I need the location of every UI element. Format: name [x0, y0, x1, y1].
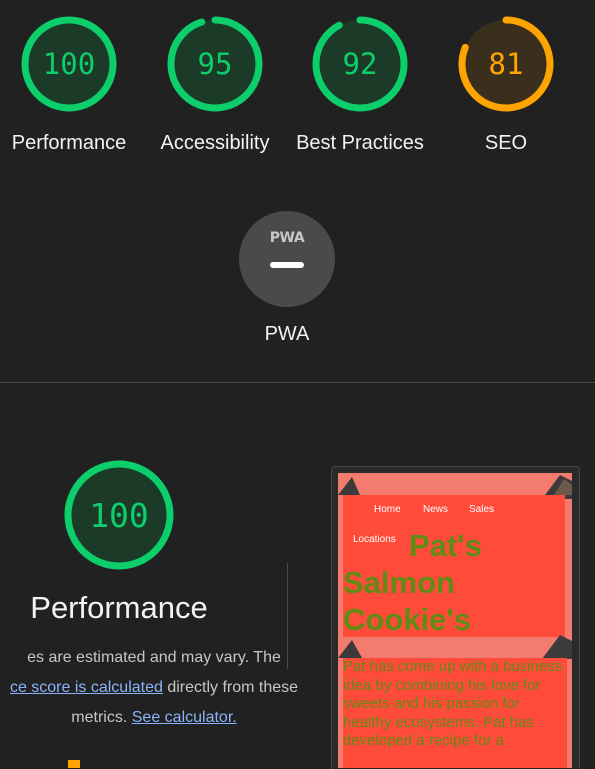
desc-line2: directly from these [162, 679, 299, 696]
performance-description: es are estimated and may vary. The ce sc… [0, 643, 328, 733]
site-intro-text: Pat has come up with a business idea by … [343, 658, 567, 768]
desc-line1: es are estimated and may vary. The [27, 649, 281, 666]
gauge-label: Performance [11, 132, 127, 154]
performance-score: 100 [89, 495, 149, 535]
performance-title: Performance [30, 590, 208, 625]
gauge-score: 95 [197, 47, 233, 81]
see-calculator-link[interactable]: See calculator. [132, 709, 237, 726]
score-calculated-link[interactable]: ce score is calculated [10, 679, 163, 696]
gauge-label: Accessibility [160, 132, 270, 154]
section-divider [0, 382, 595, 383]
gauge-accessibility[interactable]: 95 Accessibility [161, 16, 269, 154]
gauge-label: Best Practices [296, 132, 424, 154]
gauge-score: 92 [342, 47, 378, 81]
pwa-label: PWA [264, 323, 310, 345]
nav-link-sales[interactable]: Sales [469, 504, 494, 515]
gauge-seo[interactable]: 81 SEO [456, 16, 556, 154]
nav-link-news[interactable]: News [423, 504, 448, 515]
legend-average-marker [68, 760, 80, 768]
fish-fin-decoration [338, 477, 360, 495]
fish-fin-decoration [338, 640, 362, 658]
desc-line3: metrics. [71, 709, 132, 726]
nav-link-home[interactable]: Home [374, 504, 401, 515]
site-title: Pat's Salmon Cookie's [343, 528, 482, 637]
pwa-badge[interactable]: PWA [239, 211, 335, 307]
pwa-logo-icon: PWA [269, 230, 305, 246]
gauge-score: 81 [488, 47, 524, 81]
gauge-score: 100 [42, 47, 96, 81]
performance-gauge: 100 [64, 460, 174, 570]
gauge-label: SEO [484, 132, 528, 154]
dash-icon [270, 262, 304, 268]
vertical-divider [287, 563, 288, 669]
final-screenshot[interactable]: Home News Sales Locations Pat's Salmon C… [338, 473, 572, 768]
gauge-performance[interactable]: 100 Performance [12, 16, 126, 154]
site-header: Home News Sales Locations Pat's Salmon C… [343, 495, 565, 637]
gauge-best-practices[interactable]: 92 Best Practices [296, 16, 424, 154]
